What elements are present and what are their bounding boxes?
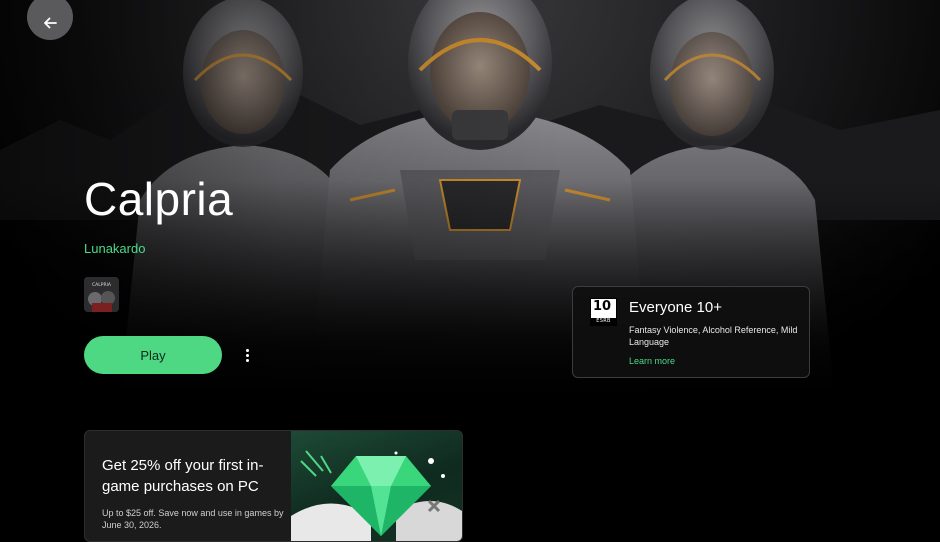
developer-link[interactable]: Lunakardo: [84, 241, 145, 256]
esrb-rating-icon: 10 ESRB: [590, 298, 617, 326]
rating-title: Everyone 10+: [629, 299, 722, 316]
promo-title: Get 25% off your first in-game purchases…: [102, 457, 264, 495]
rating-descriptors: Fantasy Violence, Alcohol Reference, Mil…: [629, 325, 798, 347]
more-vert-dot: [245, 353, 249, 357]
content-rating-card: 10 ESRB Everyone 10+ Fantasy Violence, A…: [572, 286, 810, 378]
esrb-age: 10: [593, 299, 612, 314]
promo-artwork: [291, 431, 462, 541]
more-options-button[interactable]: [237, 343, 257, 367]
promo-description: Up to $25 off. Save now and use in games…: [102, 508, 284, 530]
learn-more-link[interactable]: Learn more: [629, 356, 675, 366]
arrow-left-icon: [44, 17, 57, 29]
game-icon-wordmark: CALPRIA: [92, 282, 112, 288]
gem-illustration: [291, 450, 462, 541]
game-title: Calpria: [84, 173, 234, 225]
more-vert-icon: [245, 348, 249, 352]
play-button[interactable]: Play: [84, 336, 222, 374]
esrb-label: ESRB: [591, 318, 616, 325]
game-icon-thumbnail: CALPRIA: [84, 277, 119, 312]
promo-card[interactable]: Get 25% off your first in-game purchases…: [84, 430, 463, 542]
more-vert-dot: [245, 358, 249, 362]
game-icon-image: CALPRIA: [84, 277, 119, 312]
